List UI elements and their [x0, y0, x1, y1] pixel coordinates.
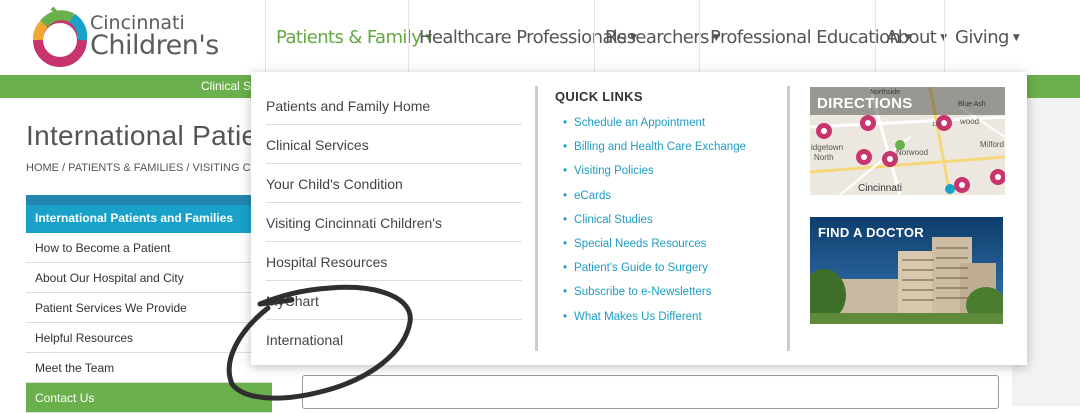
- logo-mark-icon: [33, 6, 88, 67]
- find-a-doctor-label: FIND A DOCTOR: [818, 225, 924, 240]
- side-nav-item[interactable]: How to Become a Patient: [26, 233, 272, 263]
- site-logo[interactable]: Cincinnati Children's: [32, 4, 232, 70]
- site-header: Cincinnati Children's Patients & Family ▼…: [0, 0, 1080, 75]
- bullet-icon: •: [563, 310, 568, 323]
- quick-link-label: Schedule an Appointment: [574, 117, 706, 129]
- nav-healthcare-professionals[interactable]: Healthcare Professionals ▼: [408, 0, 637, 75]
- quick-link-label: Billing and Health Care Exchange: [574, 141, 746, 154]
- nav-label: Patients & Family: [276, 27, 422, 48]
- dropdown-link[interactable]: Hospital Resources: [266, 242, 522, 281]
- quick-link-label: Special Needs Resources: [574, 237, 707, 250]
- nav-professional-education[interactable]: Professional Education ▼: [699, 0, 911, 75]
- quick-link-label: Visiting Policies: [574, 165, 654, 178]
- quick-link[interactable]: • Special Needs Resources: [563, 238, 746, 262]
- nav-label: Researchers: [605, 27, 709, 48]
- map-label: Cincinnati: [858, 183, 902, 194]
- side-nav-heading[interactable]: International Patients and Families: [26, 195, 272, 233]
- map-label: Norwood: [896, 148, 929, 157]
- side-nav-item[interactable]: Helpful Resources: [26, 323, 272, 353]
- column-divider: [535, 86, 538, 351]
- quick-links-heading: QUICK LINKS: [555, 89, 643, 104]
- nav-researchers[interactable]: Researchers ▼: [594, 0, 720, 75]
- side-nav-item[interactable]: Meet the Team: [26, 353, 272, 383]
- page-title: International Patie: [26, 120, 258, 151]
- quick-link[interactable]: • Patient's Guide to Surgery: [563, 262, 746, 286]
- dropdown-links: Patients and Family Home Clinical Servic…: [266, 86, 522, 359]
- side-nav: International Patients and Families How …: [26, 195, 272, 413]
- main-nav: Patients & Family ▼ Healthcare Profession…: [265, 0, 1024, 75]
- nav-label: About: [886, 27, 937, 48]
- side-nav-item[interactable]: Patient Services We Provide: [26, 293, 272, 323]
- nav-label: Professional Education: [710, 27, 901, 48]
- nav-patients-family[interactable]: Patients & Family ▼: [265, 0, 432, 75]
- side-nav-item-contact[interactable]: Contact Us: [26, 383, 272, 413]
- quick-link-label: Clinical Studies: [574, 213, 653, 226]
- map-label: idgetown: [811, 143, 844, 152]
- nav-giving[interactable]: Giving ▼: [944, 0, 1024, 75]
- logo-text-line2: Children's: [90, 30, 219, 61]
- quick-link-label: What Makes Us Different: [574, 310, 702, 323]
- find-a-doctor-tile[interactable]: FIND A DOCTOR: [810, 217, 1003, 324]
- quick-link[interactable]: • Billing and Health Care Exchange: [563, 141, 746, 165]
- map-label: North: [814, 153, 834, 162]
- road-number: 126: [932, 122, 943, 128]
- dropdown-link[interactable]: Your Child's Condition: [266, 164, 522, 203]
- quick-link[interactable]: • eCards: [563, 190, 746, 214]
- bullet-icon: •: [563, 237, 568, 250]
- quick-link[interactable]: • Clinical Studies: [563, 214, 746, 238]
- dropdown-link-international[interactable]: International: [266, 320, 522, 359]
- quick-link[interactable]: • Visiting Policies: [563, 165, 746, 189]
- map-label: Milford: [980, 140, 1005, 149]
- nav-about[interactable]: About ▼: [875, 0, 947, 75]
- content-input-box[interactable]: [302, 375, 999, 409]
- patients-family-dropdown: Patients and Family Home Clinical Servic…: [251, 72, 1027, 365]
- bullet-icon: •: [563, 286, 568, 299]
- quick-link[interactable]: • Subscribe to e-Newsletters: [563, 286, 746, 310]
- quick-links-list: • Schedule an Appointment • Billing and He…: [563, 117, 746, 335]
- nav-label: Giving: [955, 27, 1009, 48]
- column-divider: [787, 86, 790, 351]
- quick-link-label: Patient's Guide to Surgery: [574, 262, 708, 275]
- quick-link-label: Subscribe to e-Newsletters: [574, 286, 712, 299]
- dropdown-link[interactable]: Visiting Cincinnati Children's: [266, 203, 522, 242]
- quick-link-label: eCards: [574, 189, 612, 202]
- dropdown-link[interactable]: Patients and Family Home: [266, 86, 522, 125]
- bullet-icon: •: [563, 117, 568, 129]
- bullet-icon: •: [563, 189, 568, 202]
- quick-link[interactable]: • What Makes Us Different: [563, 311, 746, 335]
- sub-nav-text[interactable]: Clinical Se: [201, 79, 258, 93]
- breadcrumb: HOME / PATIENTS & FAMILIES / VISITING C: [26, 162, 251, 174]
- bullet-icon: •: [563, 165, 568, 178]
- directions-label: DIRECTIONS: [817, 95, 913, 112]
- dropdown-link[interactable]: MyChart: [266, 281, 522, 320]
- quick-link[interactable]: • Schedule an Appointment: [563, 117, 746, 141]
- caret-down-icon: ▼: [1012, 32, 1020, 43]
- side-nav-item[interactable]: About Our Hospital and City: [26, 263, 272, 293]
- map-label: wood: [960, 117, 980, 126]
- bullet-icon: •: [563, 262, 568, 275]
- bullet-icon: •: [563, 213, 568, 226]
- directions-tile[interactable]: Northside Blue Ash wood idgetown North N…: [810, 87, 1005, 195]
- bullet-icon: •: [563, 141, 568, 154]
- dropdown-link[interactable]: Clinical Services: [266, 125, 522, 164]
